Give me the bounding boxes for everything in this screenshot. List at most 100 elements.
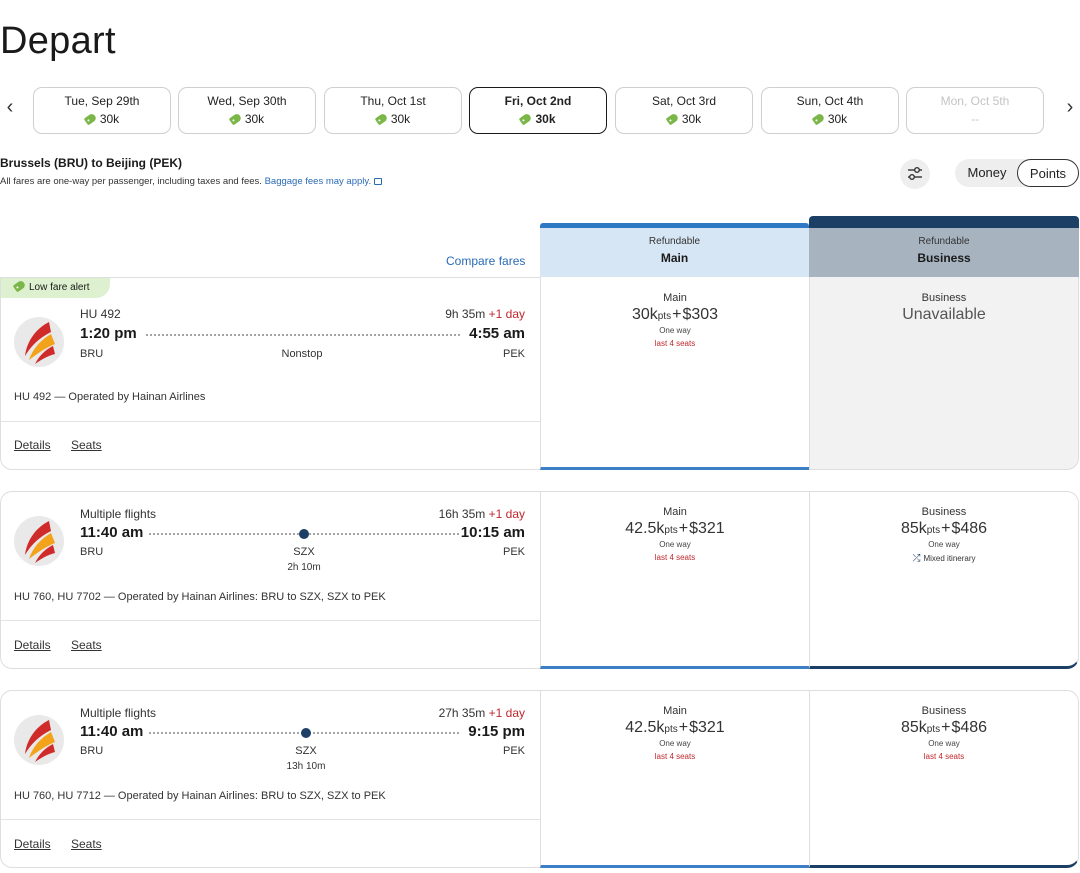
fare-one-way: One way [928, 739, 960, 748]
flight-number: HU 492 [80, 307, 121, 321]
date-card-price: 30k [34, 112, 170, 126]
arrival-time: 9:15 pm [468, 723, 525, 740]
fare-cell-business[interactable]: Business 85kpts+$486 One way last 4 seat… [809, 690, 1079, 868]
stop-airport: SZX [295, 745, 317, 757]
flight-info: Multiple flights 16h 35m +1 day 11:40 am… [0, 491, 540, 669]
date-card-price: 30k [470, 112, 606, 126]
date-card-sep-29[interactable]: Tue, Sep 29th 30k [33, 87, 171, 134]
layover-duration: 13h 10m [286, 761, 326, 772]
column-refundable-label: Refundable [918, 236, 970, 247]
column-cabin-label: Business [917, 251, 971, 265]
date-next-chevron-right-icon[interactable]: › [1062, 96, 1078, 119]
flight-info: Low fare alert HU 492 9h 35m +1 day 1:20… [0, 277, 540, 470]
operated-by: HU 760, HU 7712 — Operated by Hainan Air… [14, 790, 386, 802]
flight-number: Multiple flights [80, 706, 157, 720]
stop-dot-icon [301, 728, 311, 738]
flight-card-hu760-hu7702: Multiple flights 16h 35m +1 day 11:40 am… [0, 491, 1079, 669]
origin-code: BRU [80, 745, 104, 757]
stop-dot-icon [299, 529, 309, 539]
flight-duration: 27h 35m +1 day [438, 706, 525, 720]
toggle-points-selected[interactable]: Points [1017, 159, 1079, 187]
fare-one-way: One way [659, 540, 691, 549]
fare-one-way: One way [659, 739, 691, 748]
stops-label: Nonstop [281, 348, 323, 360]
card-divider [1, 819, 540, 820]
external-link-icon [374, 178, 383, 185]
hainan-airlines-logo-icon [14, 516, 64, 566]
seats-link[interactable]: Seats [71, 638, 102, 652]
fare-cell-business[interactable]: Business 85kpts+$486 One way ⤮ Mixed itin… [809, 491, 1079, 669]
fare-price: 85kpts+$486 [900, 719, 988, 736]
date-card-label: Sun, Oct 4th [796, 94, 864, 108]
details-link[interactable]: Details [14, 438, 51, 452]
date-card-label: Sat, Oct 3rd [651, 94, 717, 108]
fare-cell-main[interactable]: Main 42.5kpts+$321 One way last 4 seats [540, 690, 809, 868]
date-card-oct-4[interactable]: Sun, Oct 4th 30k [761, 87, 899, 134]
date-card-price: -- [971, 112, 979, 126]
fare-price: 30kpts+$303 [631, 306, 719, 323]
fare-one-way: One way [659, 326, 691, 335]
hainan-airlines-logo-icon [14, 715, 64, 765]
price-tag-icon [811, 112, 826, 126]
flight-card-hu760-hu7712: Multiple flights 27h 35m +1 day 11:40 am… [0, 690, 1079, 868]
column-cabin-label: Main [660, 251, 689, 265]
fare-cell-business-unavailable: Business Unavailable [809, 277, 1079, 470]
fare-cell-main[interactable]: Main 30kpts+$303 One way last 4 seats [540, 277, 809, 470]
flight-card-hu492: Low fare alert HU 492 9h 35m +1 day 1:20… [0, 277, 1079, 470]
fare-cabin-label: Main [663, 292, 687, 304]
destination-code: PEK [502, 348, 525, 360]
column-refundable-label: Refundable [648, 236, 701, 247]
fare-cabin-label: Main [663, 705, 687, 717]
date-prev-chevron-left-icon[interactable]: ‹ [2, 96, 18, 119]
date-card-sep-30[interactable]: Wed, Sep 30th 30k [178, 87, 316, 134]
date-card-price: 30k [616, 112, 752, 126]
origin-code: BRU [80, 348, 104, 360]
departure-time: 11:40 am [80, 723, 144, 740]
operated-by: HU 760, HU 7702 — Operated by Hainan Air… [14, 591, 386, 603]
flight-duration: 9h 35m +1 day [445, 307, 525, 321]
seats-link[interactable]: Seats [71, 438, 102, 452]
fare-cabin-label: Business [921, 506, 967, 518]
route-note: All fares are one-way per passenger, inc… [0, 176, 383, 187]
card-divider [1, 620, 540, 621]
card-divider [1, 421, 540, 422]
column-header-main: Refundable Main [540, 223, 809, 278]
stop-airport: SZX [293, 546, 315, 558]
fare-one-way: One way [928, 540, 960, 549]
compare-fares-link[interactable]: Compare fares [446, 254, 525, 268]
hainan-airlines-logo-icon [14, 317, 64, 367]
layover-duration: 2h 10m [287, 562, 321, 573]
shuffle-icon: ⤮ [912, 553, 921, 564]
toggle-money[interactable]: Money [959, 159, 1015, 187]
date-strip: Tue, Sep 29th 30k Wed, Sep 30th 30k Thu,… [33, 87, 1045, 134]
details-link[interactable]: Details [14, 638, 51, 652]
date-card-oct-1[interactable]: Thu, Oct 1st 30k [324, 87, 462, 134]
baggage-fees-link[interactable]: Baggage fees may apply. [265, 176, 383, 187]
departure-time: 1:20 pm [80, 325, 137, 342]
price-tag-icon [228, 112, 243, 126]
details-link[interactable]: Details [14, 837, 51, 851]
flight-duration: 16h 35m +1 day [438, 507, 525, 521]
seats-link[interactable]: Seats [71, 837, 102, 851]
date-card-price: 30k [762, 112, 898, 126]
price-tag-icon [12, 279, 27, 293]
fare-cabin-label: Business [921, 705, 967, 717]
date-card-oct-2-selected[interactable]: Fri, Oct 2nd 30k [469, 87, 607, 134]
date-card-label: Wed, Sep 30th [207, 94, 287, 108]
fare-price: 42.5kpts+$321 [625, 719, 725, 736]
fare-cell-main[interactable]: Main 42.5kpts+$321 One way last 4 seats [540, 491, 809, 669]
origin-code: BRU [80, 546, 104, 558]
date-card-label: Thu, Oct 1st [360, 94, 426, 108]
flight-number: Multiple flights [80, 507, 157, 521]
departure-time: 11:40 am [80, 524, 144, 541]
date-card-oct-5-disabled: Mon, Oct 5th -- [906, 87, 1044, 134]
destination-code: PEK [502, 546, 525, 558]
seats-remaining: last 4 seats [654, 553, 696, 562]
filter-sliders-button[interactable] [900, 159, 930, 189]
price-tag-icon [83, 112, 98, 126]
date-card-label: Mon, Oct 5th [940, 94, 1010, 108]
seats-remaining: last 4 seats [654, 339, 696, 348]
date-card-oct-3[interactable]: Sat, Oct 3rd 30k [615, 87, 753, 134]
destination-code: PEK [502, 745, 525, 757]
seats-remaining: last 4 seats [923, 752, 965, 761]
